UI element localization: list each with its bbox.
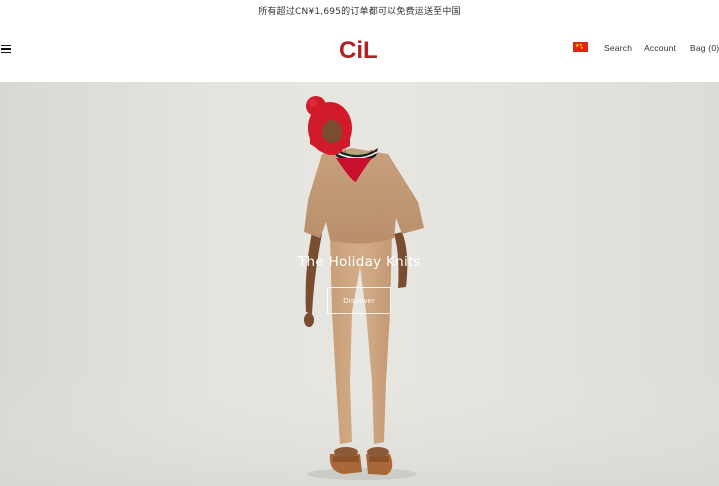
announcement-text: 所有超过CN¥1,695的订单都可以免费运送至中国 <box>258 6 461 17</box>
hero-banner[interactable]: The Holiday Knits Discover <box>0 82 719 486</box>
china-flag-icon[interactable]: ★ ★ ★ <box>573 42 588 52</box>
announcement-bar: 所有超过CN¥1,695的订单都可以免费运送至中国 <box>0 0 719 20</box>
svg-text:CiL: CiL <box>339 37 378 62</box>
hero-title: The Holiday Knits <box>297 254 422 270</box>
account-link[interactable]: Account <box>644 43 676 53</box>
bag-link[interactable]: Bag (0) <box>690 43 719 53</box>
hamburger-menu-icon[interactable] <box>1 43 13 55</box>
hero-image <box>0 96 719 486</box>
site-logo[interactable]: CiL <box>338 36 378 64</box>
search-link[interactable]: Search <box>604 43 632 53</box>
logo-mark: CiL <box>339 37 378 64</box>
site-header: CiL ★ ★ ★ Search Account Bag (0) <box>0 20 719 82</box>
discover-button[interactable]: Discover <box>327 287 391 314</box>
